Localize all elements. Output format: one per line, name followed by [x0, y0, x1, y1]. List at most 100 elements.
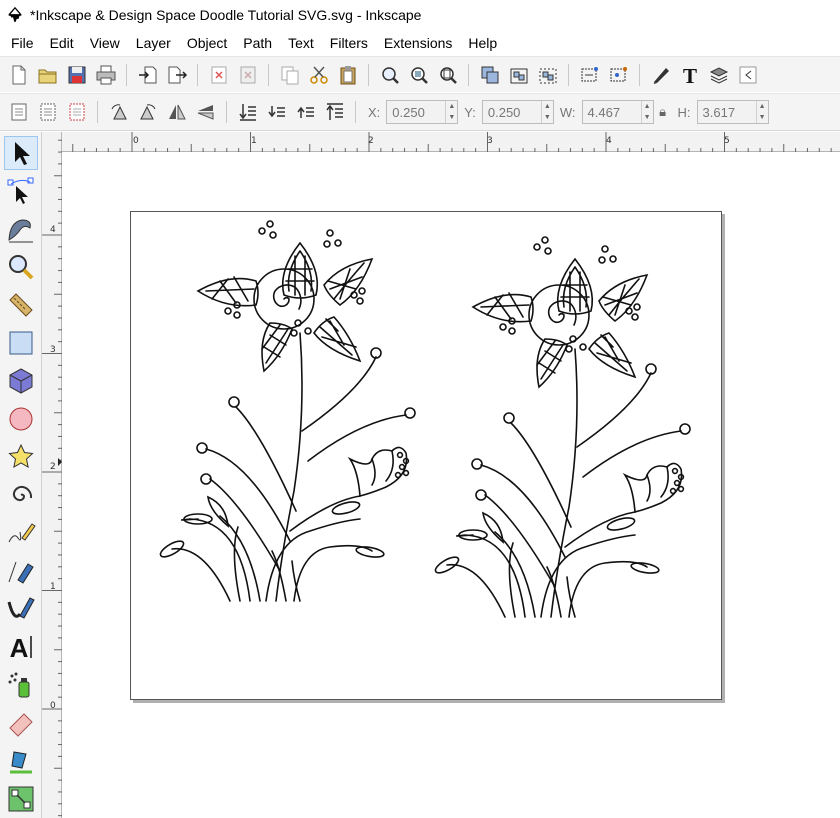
vertical-ruler[interactable]: 4 3 2 1 0 — [42, 132, 62, 818]
open-icon[interactable] — [34, 61, 61, 88]
deselect-icon[interactable] — [63, 99, 90, 126]
fill-stroke-icon[interactable] — [647, 61, 674, 88]
rotate-cw-icon[interactable] — [134, 99, 161, 126]
menu-file[interactable]: File — [0, 35, 40, 51]
menu-filters[interactable]: Filters — [320, 35, 374, 51]
star-icon — [8, 443, 34, 468]
align-distribute-icon[interactable] — [734, 61, 761, 88]
group-icon[interactable] — [505, 61, 532, 88]
h-spinbox[interactable]: 3.617 ▲ ▼ — [696, 100, 769, 124]
rotate-ccw-icon[interactable] — [105, 99, 132, 126]
inkscape-logo-icon — [8, 6, 22, 23]
new-icon[interactable] — [5, 61, 32, 88]
star-tool[interactable] — [4, 440, 38, 474]
print-icon[interactable] — [92, 61, 119, 88]
menu-extensions[interactable]: Extensions — [374, 35, 458, 51]
menu-path[interactable]: Path — [233, 35, 278, 51]
menu-edit[interactable]: Edit — [40, 35, 80, 51]
menu-object[interactable]: Object — [177, 35, 233, 51]
x-spin-arrows[interactable]: ▲ ▼ — [445, 101, 457, 123]
ungroup-icon[interactable] — [534, 61, 561, 88]
y-spinbox[interactable]: 0.250 ▲ ▼ — [481, 100, 554, 124]
flip-vertical-icon[interactable] — [192, 99, 219, 126]
spiral-icon — [12, 485, 33, 502]
tweak-tool[interactable] — [4, 212, 38, 246]
select-all-icon[interactable] — [5, 99, 32, 126]
w-value[interactable]: 4.467 — [583, 101, 641, 123]
ruler-icon — [9, 293, 33, 317]
rectangle-icon — [9, 331, 33, 355]
save-icon[interactable] — [63, 61, 90, 88]
cut-icon[interactable] — [305, 61, 332, 88]
lower-icon[interactable] — [263, 99, 290, 126]
window-title: *Inkscape & Design Space Doodle Tutorial… — [30, 7, 422, 23]
spiral-tool[interactable] — [4, 478, 38, 512]
zoom-page-icon[interactable] — [434, 61, 461, 88]
paint-bucket-tool[interactable] — [4, 744, 38, 778]
transform-icon[interactable] — [605, 61, 632, 88]
x-value[interactable]: 0.250 — [387, 101, 445, 123]
y-label: Y: — [464, 104, 476, 120]
raise-icon[interactable] — [292, 99, 319, 126]
circle-icon — [9, 407, 33, 431]
y-spin-arrows[interactable]: ▲ ▼ — [540, 101, 553, 123]
flower-doodle-right[interactable] — [432, 236, 691, 618]
text-tool[interactable]: A — [4, 630, 38, 664]
x-label: X: — [368, 104, 381, 120]
undo-icon[interactable] — [205, 61, 232, 88]
w-label: W: — [559, 104, 576, 120]
pencil-tool[interactable] — [4, 516, 38, 550]
duplicate-icon[interactable] — [476, 61, 503, 88]
connector-tool[interactable] — [4, 782, 38, 816]
box3d-tool[interactable] — [4, 364, 38, 398]
measure-tool[interactable] — [4, 288, 38, 322]
menu-view[interactable]: View — [80, 35, 126, 51]
y-value[interactable]: 0.250 — [483, 101, 541, 123]
layers-icon[interactable] — [705, 61, 732, 88]
copy-icon[interactable] — [276, 61, 303, 88]
flower-doodle-left[interactable] — [157, 220, 416, 602]
h-value[interactable]: 3.617 — [698, 101, 756, 123]
eraser-tool[interactable] — [4, 706, 38, 740]
export-icon[interactable] — [163, 61, 190, 88]
commands-toolbar: T — [0, 56, 840, 92]
xml-editor-icon[interactable] — [576, 61, 603, 88]
pen-tool[interactable] — [4, 554, 38, 588]
zoom-selection-icon[interactable] — [376, 61, 403, 88]
calligraphy-tool[interactable] — [4, 592, 38, 626]
menu-help[interactable]: Help — [458, 35, 503, 51]
h-spin-arrows[interactable]: ▲ ▼ — [755, 101, 768, 123]
lower-to-bottom-icon[interactable] — [234, 99, 261, 126]
paste-icon[interactable] — [334, 61, 361, 88]
separator — [197, 63, 198, 86]
zoom-tool[interactable] — [4, 250, 38, 284]
svg-text:A: A — [10, 633, 29, 662]
connector-icon — [8, 786, 34, 812]
redo-icon[interactable] — [234, 61, 261, 88]
select-all-layers-icon[interactable] — [34, 99, 61, 126]
horizontal-ruler[interactable]: 0 1 2 3 4 5 — [62, 132, 840, 152]
ellipse-tool[interactable] — [4, 402, 38, 436]
doodle-artwork[interactable] — [63, 152, 840, 818]
text-font-icon[interactable]: T — [676, 61, 703, 88]
toolbox: A — [0, 132, 42, 818]
spray-tool[interactable] — [4, 668, 38, 702]
zoom-drawing-icon[interactable] — [405, 61, 432, 88]
separator — [268, 63, 269, 86]
selector-tool[interactable] — [4, 136, 38, 170]
menu-layer[interactable]: Layer — [126, 35, 177, 51]
vertical-ruler-ticks: 4 3 2 1 0 — [42, 139, 62, 817]
menu-text[interactable]: Text — [278, 35, 320, 51]
x-spinbox[interactable]: 0.250 ▲ ▼ — [386, 100, 459, 124]
raise-to-top-icon[interactable] — [321, 99, 348, 126]
lock-icon[interactable]: 🔒︎ — [654, 104, 672, 120]
rect-tool[interactable] — [4, 326, 38, 360]
flip-horizontal-icon[interactable] — [163, 99, 190, 126]
node-tool[interactable] — [4, 174, 38, 208]
hruler-label-0: 0 — [133, 136, 139, 146]
import-icon[interactable] — [134, 61, 161, 88]
w-spin-arrows[interactable]: ▲ ▼ — [640, 101, 653, 123]
hruler-label-1: 1 — [251, 136, 257, 146]
horizontal-ruler-ticks: 0 1 2 3 4 5 — [72, 132, 832, 152]
w-spinbox[interactable]: 4.467 ▲ ▼ — [581, 100, 654, 124]
